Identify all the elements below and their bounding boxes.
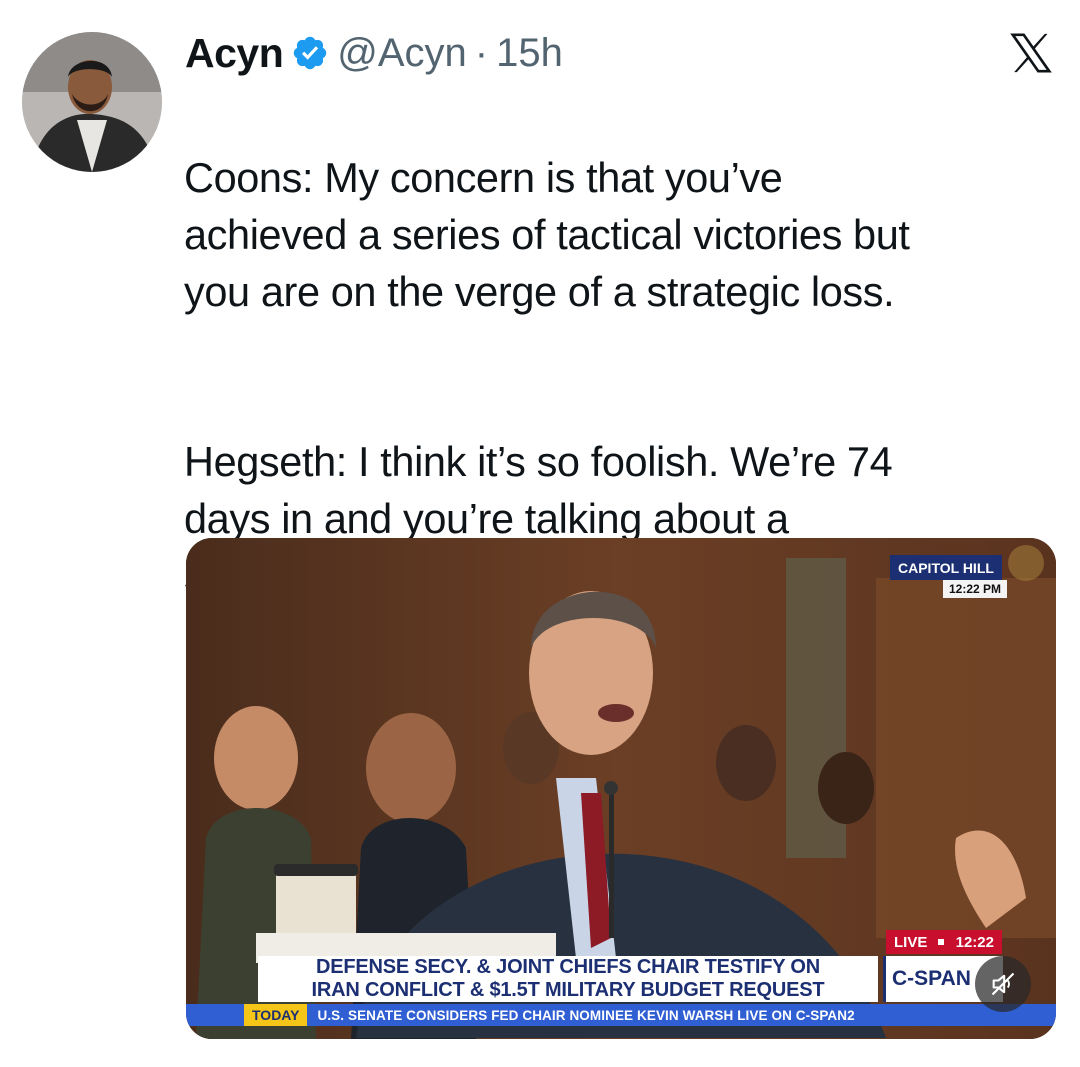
- ticker-label: TODAY: [244, 1004, 308, 1026]
- verified-badge-icon: [294, 36, 327, 70]
- location-bug: CAPITOL HILL: [890, 555, 1002, 580]
- chyron-line-1: DEFENSE SECY. & JOINT CHIEFS CHAIR TESTI…: [315, 956, 821, 978]
- mute-button[interactable]: [975, 956, 1031, 1012]
- tweet-header: Acyn @Acyn · 15h: [185, 28, 563, 78]
- live-label: LIVE: [894, 933, 928, 951]
- live-time: 12:22: [955, 933, 994, 951]
- author-handle[interactable]: @Acyn: [337, 31, 467, 76]
- avatar-photo: [22, 32, 162, 172]
- author-name[interactable]: Acyn: [185, 30, 284, 77]
- x-logo-icon[interactable]: [1008, 30, 1054, 76]
- tweet-timestamp[interactable]: 15h: [496, 31, 563, 76]
- tweet-video[interactable]: CAPITOL HILL 12:22 PM LIVE 12:22 DEFENSE…: [186, 538, 1056, 1039]
- ticker-text: U.S. SENATE CONSIDERS FED CHAIR NOMINEE …: [317, 1007, 855, 1023]
- news-ticker: TODAY U.S. SENATE CONSIDERS FED CHAIR NO…: [186, 1004, 1056, 1026]
- chyron-line-2: IRAN CONFLICT & $1.5T MILITARY BUDGET RE…: [311, 979, 825, 1001]
- live-dot: [938, 939, 945, 945]
- author-avatar[interactable]: [22, 32, 162, 172]
- header-separator: ·: [474, 30, 489, 75]
- news-chyron: DEFENSE SECY. & JOINT CHIEFS CHAIR TESTI…: [258, 956, 878, 1002]
- muted-speaker-icon: [991, 972, 1015, 996]
- tweet-paragraph-coons: Coons: My concern is that you’ve achieve…: [184, 154, 910, 315]
- location-clock: 12:22 PM: [943, 580, 1008, 598]
- live-indicator: LIVE 12:22: [886, 930, 1002, 954]
- network-name: C-SPAN: [892, 967, 971, 990]
